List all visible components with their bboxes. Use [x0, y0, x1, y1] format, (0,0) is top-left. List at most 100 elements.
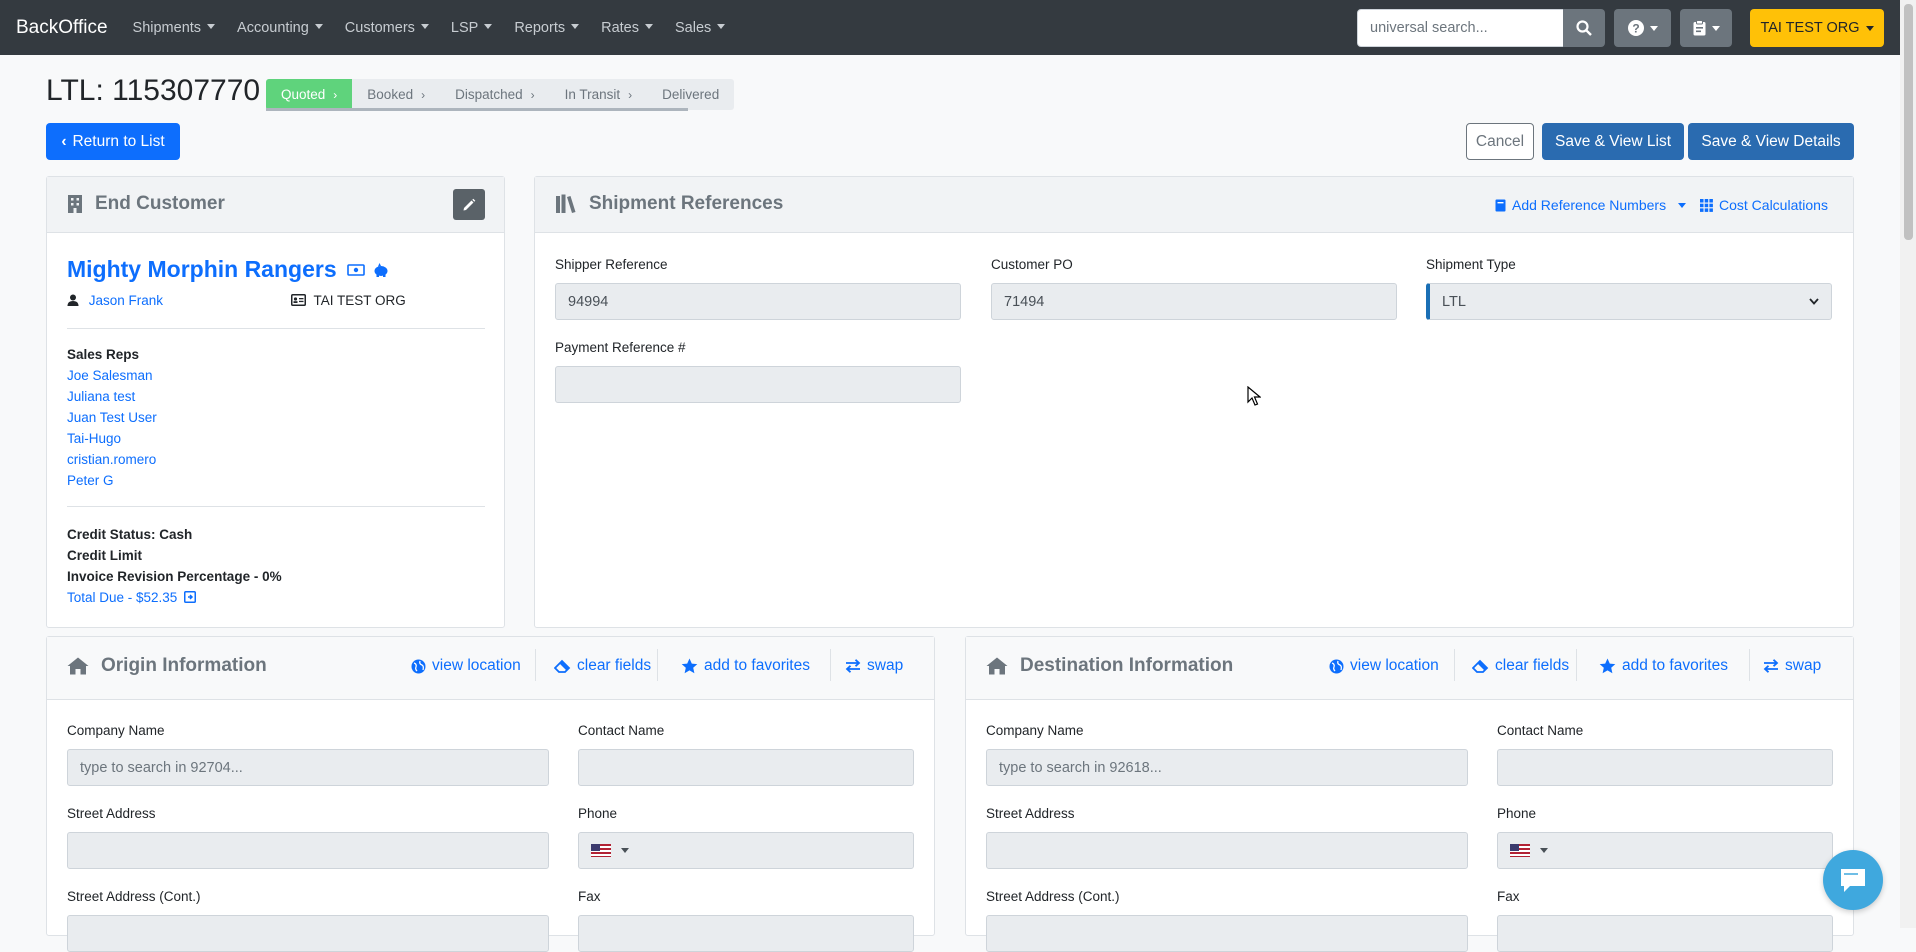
- piggy-bank-icon: [374, 263, 388, 277]
- edit-customer-button[interactable]: [453, 189, 485, 220]
- end-customer-card: End Customer Mighty Morphin Rangers Jaso…: [46, 176, 505, 628]
- return-to-list-button[interactable]: ‹ Return to List: [46, 123, 180, 160]
- destination-fax-input[interactable]: [1497, 915, 1833, 952]
- destination-street-label: Street Address: [986, 806, 1075, 821]
- save-view-details-button[interactable]: Save & View Details: [1688, 123, 1854, 160]
- shipment-type-select[interactable]: LTL: [1426, 283, 1832, 320]
- scrollbar-thumb[interactable]: [1904, 4, 1913, 240]
- sales-reps-label: Sales Reps: [67, 347, 140, 362]
- origin-street-label: Street Address: [67, 806, 156, 821]
- cancel-button[interactable]: Cancel: [1466, 123, 1534, 160]
- destination-company-input[interactable]: type to search in 92618...: [986, 749, 1468, 786]
- us-flag-icon: [1510, 844, 1530, 857]
- sales-rep-link[interactable]: Juliana test: [67, 389, 135, 404]
- origin-company-input[interactable]: type to search in 92704...: [67, 749, 549, 786]
- nav-shipments[interactable]: Shipments: [133, 20, 216, 36]
- destination-street2-label: Street Address (Cont.): [986, 889, 1120, 904]
- nav-accounting[interactable]: Accounting: [237, 20, 323, 36]
- add-reference-numbers-dropdown[interactable]: Add Reference Numbers: [1495, 197, 1686, 213]
- shipper-reference-label: Shipper Reference: [555, 257, 668, 272]
- origin-clear-fields[interactable]: clear fields: [554, 657, 651, 675]
- page-scrollbar[interactable]: [1900, 0, 1916, 928]
- destination-information-card: Destination Information view location cl…: [965, 636, 1854, 952]
- divider: [535, 649, 536, 681]
- chat-widget-button[interactable]: [1823, 850, 1883, 910]
- sales-rep-link[interactable]: cristian.romero: [67, 452, 156, 467]
- origin-street2-input[interactable]: [67, 915, 549, 952]
- origin-add-to-favorites[interactable]: add to favorites: [681, 657, 810, 675]
- star-icon: [1599, 658, 1616, 674]
- destination-phone-input[interactable]: [1497, 832, 1833, 869]
- question-circle-icon: ?: [1627, 20, 1644, 36]
- org-dropdown-button[interactable]: TAI TEST ORG: [1750, 9, 1884, 47]
- destination-view-location[interactable]: view location: [1329, 657, 1439, 675]
- destination-swap[interactable]: swap: [1763, 657, 1821, 675]
- customer-name[interactable]: Mighty Morphin Rangers: [67, 256, 389, 283]
- total-due-link[interactable]: Total Due - $52.35: [67, 590, 197, 605]
- credit-status: Credit Status: Cash: [67, 527, 193, 542]
- shipment-references-title: Shipment References: [555, 193, 783, 215]
- eraser-icon: [1472, 659, 1489, 673]
- customer-po-input[interactable]: 71494: [991, 283, 1397, 320]
- id-card-icon: [291, 294, 306, 306]
- end-customer-title: End Customer: [67, 193, 225, 215]
- invoice-revision: Invoice Revision Percentage - 0%: [67, 569, 282, 584]
- customer-org: TAI TEST ORG: [291, 293, 406, 308]
- origin-view-location[interactable]: view location: [411, 657, 521, 675]
- destination-street2-input[interactable]: [986, 915, 1468, 952]
- nav-reports[interactable]: Reports: [514, 20, 579, 36]
- nav-rates[interactable]: Rates: [601, 20, 653, 36]
- payment-reference-input[interactable]: [555, 366, 961, 403]
- destination-information-title: Destination Information: [986, 655, 1233, 677]
- divider: [1576, 649, 1577, 681]
- destination-contact-input[interactable]: [1497, 749, 1833, 786]
- destination-company-label: Company Name: [986, 723, 1084, 738]
- step-quoted: Quoted ›: [266, 79, 353, 110]
- money-bill-icon: [347, 264, 365, 276]
- origin-swap[interactable]: swap: [845, 657, 903, 675]
- chevron-left-icon: ‹: [61, 132, 67, 150]
- universal-search-input[interactable]: [1357, 9, 1564, 47]
- nav-lsp[interactable]: LSP: [451, 20, 492, 36]
- customer-contact[interactable]: Jason Frank: [67, 293, 163, 308]
- clipboard-icon: [1693, 20, 1705, 36]
- nav-customers[interactable]: Customers: [345, 20, 429, 36]
- swap-arrows-icon: [845, 659, 861, 673]
- sales-rep-link[interactable]: Joe Salesman: [67, 368, 153, 383]
- external-link-icon: [184, 591, 197, 603]
- status-steps: Quoted › Booked › Dispatched › In Transit › …: [266, 79, 735, 110]
- help-dropdown-button[interactable]: ?: [1614, 9, 1671, 47]
- user-icon: [67, 294, 79, 306]
- sales-rep-link[interactable]: Juan Test User: [67, 410, 157, 425]
- eraser-icon: [554, 659, 571, 673]
- step-booked: Booked ›: [367, 87, 426, 102]
- origin-fax-input[interactable]: [578, 915, 914, 952]
- building-icon: [68, 195, 82, 213]
- brand-logo[interactable]: BackOffice: [16, 17, 108, 39]
- divider: [1454, 649, 1455, 681]
- steps-progress-track: [266, 108, 688, 111]
- payment-reference-label: Payment Reference #: [555, 340, 686, 355]
- origin-contact-input[interactable]: [578, 749, 914, 786]
- star-icon: [681, 658, 698, 674]
- mouse-cursor-icon: [1247, 386, 1261, 406]
- page-title: LTL: 115307770: [46, 74, 261, 107]
- search-button[interactable]: [1563, 9, 1605, 47]
- origin-phone-input[interactable]: [578, 832, 914, 869]
- save-view-list-button[interactable]: Save & View List: [1542, 123, 1684, 160]
- divider: [657, 649, 658, 681]
- clipboard-dropdown-button[interactable]: [1680, 9, 1732, 47]
- home-icon: [67, 657, 89, 675]
- destination-street-input[interactable]: [986, 832, 1468, 869]
- books-icon: [556, 194, 576, 213]
- origin-street-input[interactable]: [67, 832, 549, 869]
- cost-calculations-link[interactable]: Cost Calculations: [1700, 197, 1828, 213]
- step-dispatched: Dispatched ›: [455, 87, 535, 102]
- nav-sales[interactable]: Sales: [675, 20, 725, 36]
- shipper-reference-input[interactable]: 94994: [555, 283, 961, 320]
- destination-clear-fields[interactable]: clear fields: [1472, 657, 1569, 675]
- sales-rep-link[interactable]: Peter G: [67, 473, 114, 488]
- destination-add-to-favorites[interactable]: add to favorites: [1599, 657, 1728, 675]
- sales-rep-link[interactable]: Tai-Hugo: [67, 431, 121, 446]
- divider: [67, 506, 485, 507]
